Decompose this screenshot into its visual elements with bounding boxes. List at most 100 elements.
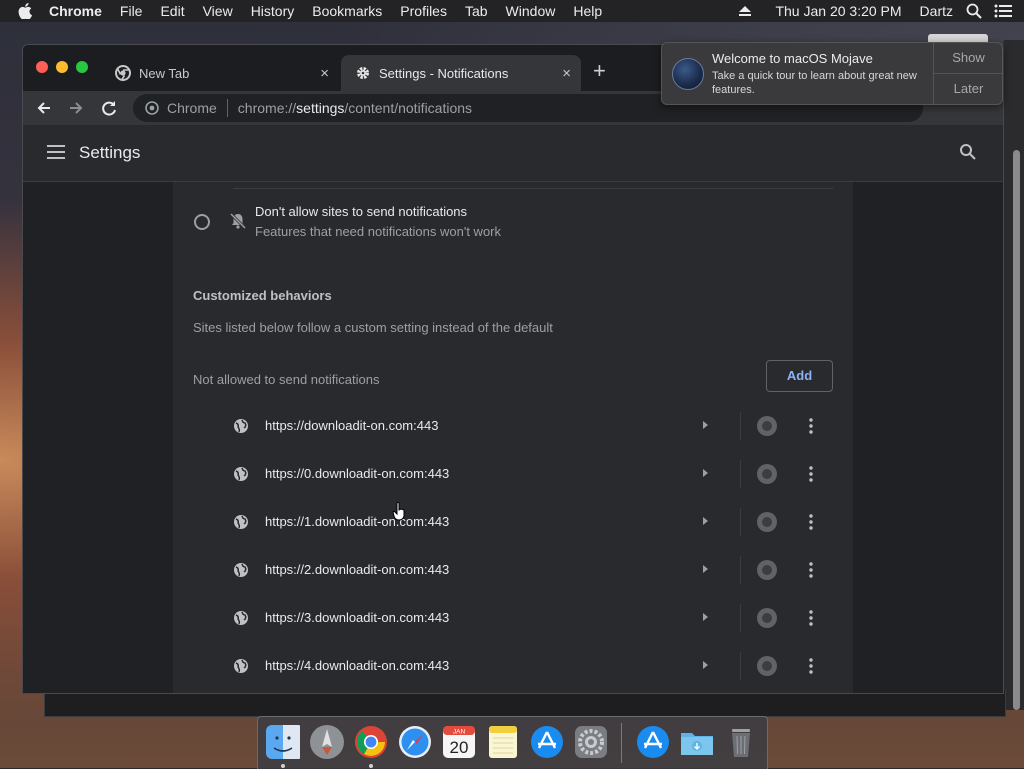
reset-permission-icon[interactable]	[757, 608, 777, 628]
show-button[interactable]: Show	[934, 43, 1002, 73]
menu-help[interactable]: Help	[564, 0, 611, 22]
menu-profiles[interactable]: Profiles	[391, 0, 456, 22]
menu-window[interactable]: Window	[497, 0, 565, 22]
minimize-window-button[interactable]	[56, 61, 68, 73]
tab-new-tab[interactable]: New Tab ×	[101, 55, 339, 91]
expand-arrow-icon[interactable]	[703, 565, 708, 573]
menu-bookmarks[interactable]: Bookmarks	[303, 0, 391, 22]
background-window-bottom	[44, 690, 1006, 717]
system-preferences-icon[interactable]	[572, 723, 610, 761]
menu-tab[interactable]: Tab	[456, 0, 497, 22]
expand-arrow-icon[interactable]	[703, 517, 708, 525]
site-row[interactable]: https://0.downloadit-on.com:443	[173, 450, 853, 498]
block-notifications-radio[interactable]	[194, 214, 210, 230]
close-window-button[interactable]	[36, 61, 48, 73]
reset-permission-icon[interactable]	[757, 464, 777, 484]
divider	[233, 188, 833, 189]
background-window-scrollbar[interactable]	[1013, 150, 1020, 710]
site-row[interactable]: https://2.downloadit-on.com:443	[173, 546, 853, 594]
globe-icon	[234, 467, 248, 481]
dock: JAN 20	[257, 716, 768, 769]
mojave-logo-icon	[672, 58, 704, 90]
add-site-button[interactable]: Add	[766, 360, 833, 392]
more-actions-icon[interactable]	[809, 562, 813, 578]
chrome-window: New Tab × Settings - Notifications × + C…	[22, 44, 1004, 694]
site-url: https://0.downloadit-on.com:443	[265, 466, 450, 481]
finder-running-indicator	[281, 764, 285, 768]
chrome-site-icon	[145, 101, 159, 115]
reset-permission-icon[interactable]	[757, 560, 777, 580]
eject-icon[interactable]	[738, 5, 752, 17]
back-arrow-icon[interactable]	[33, 97, 55, 119]
tab-title: Settings - Notifications	[379, 65, 509, 81]
globe-icon	[234, 515, 248, 529]
trash-icon[interactable]	[722, 723, 760, 761]
settings-title: Settings	[79, 143, 141, 162]
reset-permission-icon[interactable]	[757, 512, 777, 532]
apple-menu-icon[interactable]	[18, 3, 32, 19]
menu-edit[interactable]: Edit	[151, 0, 193, 22]
reload-icon[interactable]	[98, 97, 120, 119]
reset-permission-icon[interactable]	[757, 656, 777, 676]
menu-bar: Chrome File Edit View History Bookmarks …	[0, 0, 1024, 22]
more-actions-icon[interactable]	[809, 418, 813, 434]
launchpad-icon[interactable]	[308, 723, 346, 761]
url-prefix: chrome://	[237, 100, 297, 116]
expand-arrow-icon[interactable]	[703, 661, 708, 669]
maximize-window-button[interactable]	[76, 61, 88, 73]
site-row[interactable]: https://3.downloadit-on.com:443	[173, 594, 853, 642]
site-row[interactable]: https://4.downloadit-on.com:443	[173, 642, 853, 690]
later-button[interactable]: Later	[934, 73, 1002, 104]
menu-app-chrome[interactable]: Chrome	[40, 0, 111, 22]
notifications-card: Don't allow sites to send notifications …	[173, 182, 853, 693]
row-separator	[740, 604, 741, 632]
expand-arrow-icon[interactable]	[703, 469, 708, 477]
expand-arrow-icon[interactable]	[703, 421, 708, 429]
site-url: https://2.downloadit-on.com:443	[265, 562, 450, 577]
more-actions-icon[interactable]	[809, 514, 813, 530]
more-actions-icon[interactable]	[809, 610, 813, 626]
close-tab-icon[interactable]: ×	[562, 65, 571, 82]
site-url: https://downloadit-on.com:443	[265, 418, 439, 433]
notification-center-icon[interactable]	[994, 4, 1012, 18]
site-label: Chrome	[167, 100, 217, 116]
downloads-folder-icon[interactable]	[678, 723, 716, 761]
menu-view[interactable]: View	[194, 0, 242, 22]
menu-clock[interactable]: Thu Jan 20 3:20 PM	[766, 0, 910, 22]
app-store-icon[interactable]	[528, 723, 566, 761]
safari-icon[interactable]	[396, 723, 434, 761]
spotlight-search-icon[interactable]	[966, 3, 982, 19]
site-url: https://3.downloadit-on.com:443	[265, 610, 450, 625]
notes-icon[interactable]	[484, 723, 522, 761]
macos-notification[interactable]: Welcome to macOS Mojave Take a quick tou…	[661, 42, 1003, 105]
row-separator	[740, 652, 741, 680]
not-allowed-heading: Not allowed to send notifications	[193, 372, 380, 387]
close-tab-icon[interactable]: ×	[320, 65, 329, 82]
chrome-dock-icon[interactable]	[352, 723, 390, 761]
hamburger-menu-icon[interactable]	[47, 145, 65, 159]
site-row[interactable]: https://downloadit-on.com:443	[173, 402, 853, 450]
menu-history[interactable]: History	[242, 0, 304, 22]
row-separator	[740, 556, 741, 584]
chrome-running-indicator	[369, 764, 373, 768]
search-icon[interactable]	[959, 143, 977, 161]
globe-icon	[234, 419, 248, 433]
notification-actions: Show Later	[933, 43, 1002, 104]
app-store-downloads-icon[interactable]	[634, 723, 672, 761]
expand-arrow-icon[interactable]	[703, 613, 708, 621]
background-window-edge	[928, 34, 988, 42]
menu-file[interactable]: File	[111, 0, 152, 22]
more-actions-icon[interactable]	[809, 466, 813, 482]
reset-permission-icon[interactable]	[757, 416, 777, 436]
site-row[interactable]: https://1.downloadit-on.com:443	[173, 498, 853, 546]
forward-arrow-icon[interactable]	[65, 97, 87, 119]
finder-icon[interactable]	[264, 723, 302, 761]
more-actions-icon[interactable]	[809, 658, 813, 674]
globe-icon	[234, 659, 248, 673]
calendar-icon[interactable]: JAN 20	[440, 723, 478, 761]
tab-settings-notifications[interactable]: Settings - Notifications ×	[341, 55, 581, 91]
row-separator	[740, 412, 741, 440]
section-description: Sites listed below follow a custom setti…	[193, 320, 553, 335]
new-tab-button[interactable]: +	[593, 60, 606, 82]
menu-user[interactable]: Dartz	[911, 0, 962, 22]
